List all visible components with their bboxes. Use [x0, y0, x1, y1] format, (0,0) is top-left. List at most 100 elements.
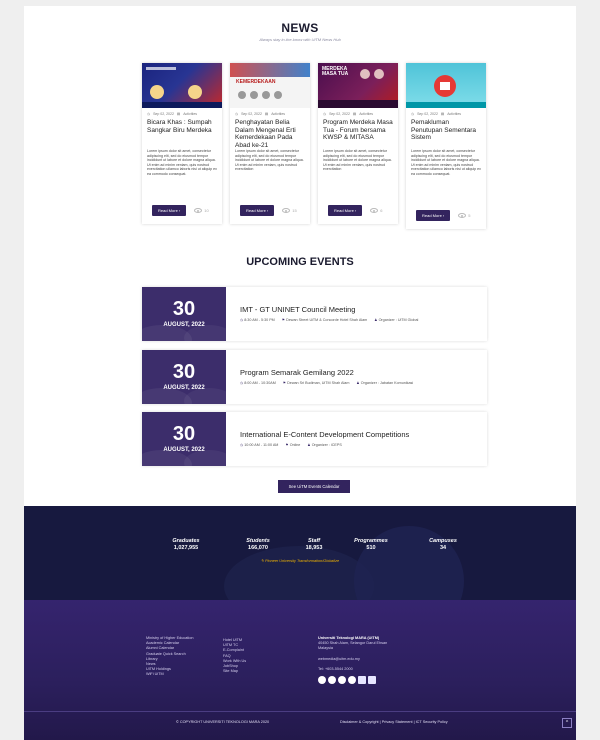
news-card[interactable]: KEMERDEKAAN ◷ Sep 02, 2022 ▤ Activities Pe…: [230, 63, 310, 224]
stats-tagline: ✎ Pioneer University Transformation/Glob…: [260, 559, 340, 563]
stat-staff: Staff 18,953: [286, 538, 342, 551]
eye-icon: [194, 208, 203, 213]
clock-icon: ◷: [240, 318, 244, 322]
event-title[interactable]: IMT - GT UNINET Council Meeting: [240, 305, 355, 314]
scroll-to-top-button[interactable]: ^: [562, 718, 572, 728]
event-venue: Online: [289, 443, 301, 447]
view-count: 5: [468, 213, 471, 218]
event-item[interactable]: 30 AUGUST, 2022 Program Semarak Gemilang…: [142, 350, 487, 404]
news-category: Activities: [447, 112, 462, 116]
event-date-block: 30 AUGUST, 2022: [142, 287, 226, 341]
event-organizer: Organizer : Jabatan Komunikasi: [360, 381, 414, 385]
legal-links[interactable]: Disclaimer & Copyright | Privacy Stateme…: [340, 720, 448, 724]
eye-icon: [458, 213, 467, 218]
page-container: NEWS Always stay in-the-know with UiTM N…: [24, 6, 576, 740]
stat-value: 34: [439, 545, 447, 551]
news-meta: ◷ Sep 02, 2022 ▤ Activities: [230, 108, 310, 116]
clock-icon: ◷: [240, 443, 244, 447]
stat-campuses: Campuses 34: [415, 538, 471, 551]
youtube-icon[interactable]: [348, 676, 356, 685]
news-excerpt: Lorem ipsum dolor sit amet, consectetur …: [235, 149, 304, 171]
news-title[interactable]: Penghayatan Belia Dalam Mengenal Erti Ke…: [230, 116, 310, 149]
event-venue: Dewan Street UiTM & Concorde Hotel Shah …: [286, 318, 368, 322]
location-pin-icon: ⚑: [282, 381, 287, 385]
user-icon: ♟: [374, 318, 378, 322]
event-day: 30: [172, 423, 196, 445]
clock-icon: ◷: [147, 112, 151, 116]
twitter-icon[interactable]: [328, 676, 336, 685]
event-item[interactable]: 30 AUGUST, 2022 IMT - GT UNINET Council …: [142, 287, 487, 341]
instagram-icon[interactable]: [338, 676, 346, 685]
footer-link[interactable]: E-Complaint: [223, 648, 246, 653]
clock-icon: ◷: [235, 112, 239, 116]
read-more-button[interactable]: Read More ›: [240, 205, 275, 216]
news-date: Sep 02, 2022: [329, 112, 350, 116]
news-card[interactable]: ◷ Sep 02, 2022 ▤ Activities Bicara Khas : …: [142, 63, 222, 224]
event-date-block: 30 AUGUST, 2022: [142, 350, 226, 404]
event-date-block: 30 AUGUST, 2022: [142, 412, 226, 466]
news-category: Activities: [271, 112, 286, 116]
news-title[interactable]: Pemakluman Penutupan Sementara Sistem: [406, 116, 486, 148]
news-subheading: Always stay in-the-know with UiTM News H…: [259, 37, 341, 42]
event-time: 8:00 AM - 10:30AM: [244, 381, 276, 385]
folder-icon: ▤: [176, 112, 181, 116]
thumbnail-caption: KEMERDEKAAN: [236, 79, 276, 85]
news-excerpt: Lorem ipsum dolor sit amet, consectetur …: [411, 149, 481, 176]
news-card[interactable]: ◷ Sep 02, 2022 ▤ Activities Pemakluman Pen…: [406, 63, 486, 229]
news-date: Sep 02, 2022: [153, 112, 174, 116]
stat-students: Students 166,070: [230, 538, 286, 551]
event-title[interactable]: Program Semarak Gemilang 2022: [240, 368, 354, 377]
event-item[interactable]: 30 AUGUST, 2022 International E-Content …: [142, 412, 487, 466]
event-time: 10:00 AM - 11:00 AM: [244, 443, 279, 447]
stats-band: Graduates 1,027,955 Students 166,070 Sta…: [24, 506, 576, 600]
footer-contact: Universiti Teknologi MARA (UiTM) 40450 S…: [318, 636, 387, 685]
stat-label: Graduates: [172, 538, 200, 544]
news-card[interactable]: MERDEKA MASA TUA ◷ Sep 02, 2022 ▤ Activiti…: [318, 63, 398, 224]
stat-value: 18,953: [305, 545, 323, 551]
user-icon: ♟: [356, 381, 360, 385]
news-title[interactable]: Bicara Khas : Sumpah Sangkar Biru Merdek…: [142, 116, 222, 148]
event-month: AUGUST, 2022: [163, 385, 205, 391]
event-organizer: Organizer : iCEPS: [311, 443, 342, 447]
facebook-icon[interactable]: [318, 676, 326, 685]
stat-programmes: Programmes 510: [343, 538, 399, 551]
read-more-button[interactable]: Read More ›: [152, 205, 187, 216]
news-thumbnail[interactable]: [406, 63, 486, 108]
social-links: [318, 676, 387, 685]
footer-divider: [24, 711, 576, 712]
news-thumbnail[interactable]: [142, 63, 222, 108]
news-title[interactable]: Program Merdeka Masa Tua - Forum bersama…: [318, 116, 398, 148]
read-more-button[interactable]: Read More ›: [328, 205, 363, 216]
user-icon: ♟: [307, 443, 311, 447]
news-category: Activities: [183, 112, 198, 116]
news-meta: ◷ Sep 02, 2022 ▤ Activities: [142, 108, 222, 116]
stat-graduates: Graduates 1,027,955: [158, 538, 214, 551]
footer-link[interactable]: WiFi UiTM: [146, 672, 193, 677]
clock-icon: ◷: [411, 112, 415, 116]
location-pin-icon: ⚑: [281, 318, 286, 322]
event-venue: Dewan Sri Budiman, UiTM Shah Alam: [287, 381, 350, 385]
eye-icon: [370, 208, 379, 213]
folder-icon: ▤: [264, 112, 269, 116]
footer-links-column-1: Ministry of Higher Education Academic Ca…: [146, 636, 193, 678]
event-month: AUGUST, 2022: [163, 322, 205, 328]
news-thumbnail[interactable]: KEMERDEKAAN: [230, 63, 310, 108]
event-title[interactable]: International E-Content Development Comp…: [240, 430, 409, 439]
read-more-button[interactable]: Read More ›: [416, 210, 451, 221]
news-thumbnail[interactable]: MERDEKA MASA TUA: [318, 63, 398, 108]
footer-link[interactable]: Site Map: [223, 669, 246, 674]
event-time: 8:30 AM - 5:30 PM: [244, 318, 275, 322]
event-day: 30: [172, 361, 196, 383]
copyright-text: © COPYRIGHT UNIVERSITI TEKNOLOGI MARA 20…: [176, 720, 270, 724]
x-icon[interactable]: [358, 676, 366, 685]
view-count: 6: [380, 208, 383, 213]
events-calendar-button[interactable]: See UiTM Events Calendar: [278, 480, 350, 493]
thumbnail-caption: MERDEKA MASA TUA: [322, 66, 349, 77]
news-date: Sep 02, 2022: [241, 112, 262, 116]
stat-label: Staff: [307, 538, 321, 544]
linkedin-icon[interactable]: [368, 676, 376, 685]
news-heading: NEWS: [281, 21, 319, 35]
stat-value: 510: [366, 545, 376, 551]
clock-icon: ◷: [240, 381, 244, 385]
event-info: ◷8:30 AM - 5:30 PM ⚑Dewan Street UiTM & …: [240, 318, 418, 322]
